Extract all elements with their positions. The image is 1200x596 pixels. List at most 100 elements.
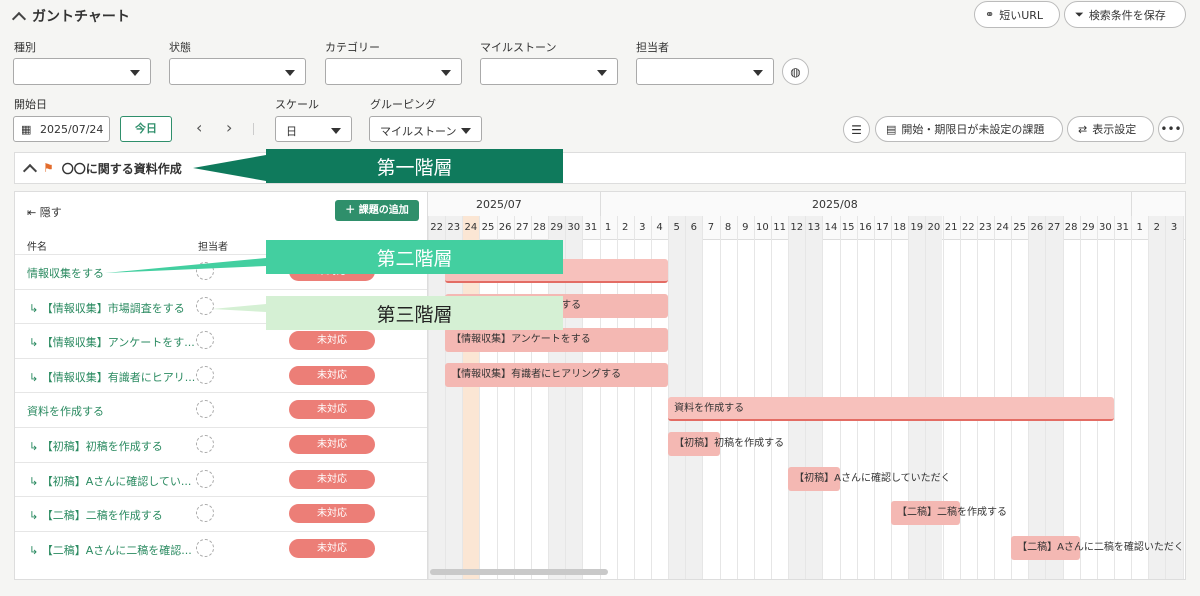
today-button[interactable]: 今日: [120, 116, 172, 142]
category-filter-label: カテゴリー: [325, 41, 380, 54]
task-row[interactable]: ↳ 【二稿】二稿を作成する 未対応: [15, 496, 427, 530]
task-name[interactable]: ↳ 【初稿】初稿を作成する: [29, 438, 163, 454]
day-column: [1131, 216, 1148, 579]
milestone-group-header[interactable]: ⚑ 〇〇に関する資料作成: [14, 152, 1186, 184]
expand-all-button[interactable]: ☰: [843, 116, 870, 143]
scale-select[interactable]: 日: [275, 116, 352, 142]
day-label: 29: [1081, 222, 1095, 233]
scale-label: スケール: [275, 98, 319, 111]
gantt-header[interactable]: ガントチャート: [11, 6, 130, 26]
milestone-filter-select[interactable]: [480, 58, 618, 85]
day-label: 26: [498, 222, 512, 233]
day-label: 17: [876, 222, 889, 233]
assignee-avatar-icon[interactable]: [196, 262, 214, 280]
gantt-bar[interactable]: 【情報収集】有識者にヒアリングする: [445, 362, 669, 387]
assignee-filter-select[interactable]: [636, 58, 774, 85]
day-column: [1148, 216, 1166, 579]
more-options-button[interactable]: •••: [1158, 116, 1184, 142]
day-label: 14: [824, 222, 838, 233]
hide-list-button[interactable]: ⇤ 隠す: [27, 204, 62, 220]
task-name[interactable]: ↳ 【情報収集】市場調査をする: [29, 300, 185, 316]
flag-icon: ⚑: [43, 161, 54, 175]
gantt-bar[interactable]: 【初稿】Aさんに確認していただく: [788, 466, 951, 491]
assignee-avatar-icon[interactable]: [196, 469, 214, 488]
unset-tasks-button[interactable]: ▤ 開始・期限日が未設定の課題: [875, 116, 1063, 142]
day-label: 11: [773, 222, 786, 233]
collapse-chevron-icon[interactable]: [11, 11, 27, 26]
category-filter-select[interactable]: [325, 58, 462, 85]
day-label: 6: [690, 222, 697, 233]
status-badge[interactable]: 未対応: [289, 331, 375, 351]
gantt-bar[interactable]: 資料を作成する: [668, 397, 1114, 422]
day-label: 30: [1099, 222, 1112, 233]
day-label: 7: [707, 222, 715, 233]
gantt-bar[interactable]: 【二稿】二稿を作成する: [891, 501, 1007, 526]
horizontal-scrollbar[interactable]: [430, 569, 608, 575]
status-badge[interactable]: 未対応: [289, 435, 375, 454]
milestone-filter-label: マイルストーン: [480, 41, 557, 54]
display-settings-button[interactable]: ⇄ 表示設定: [1067, 116, 1154, 142]
task-row[interactable]: 資料を作成する 未対応: [15, 392, 427, 426]
task-row[interactable]: ↳ 【情報収集】有識者にヒアリ... 未対応: [15, 357, 427, 392]
status-badge[interactable]: 未対応: [289, 469, 375, 489]
status-badge[interactable]: 未対応: [289, 538, 375, 558]
collapse-chevron-icon[interactable]: [22, 163, 38, 178]
task-name[interactable]: 資料を作成する: [27, 403, 104, 419]
add-issue-button[interactable]: ＋ 課題の追加: [335, 200, 419, 221]
assignee-avatar-icon[interactable]: [196, 400, 214, 419]
ellipsis-icon: •••: [1160, 122, 1182, 136]
day-label: 12: [790, 222, 804, 233]
day-label: 24: [464, 222, 478, 233]
assignee-avatar-icon[interactable]: [196, 504, 214, 523]
day-label: 31: [584, 222, 598, 233]
short-url-button[interactable]: ⚭ 短いURL: [974, 1, 1060, 28]
gantt-bar[interactable]: 【二稿】Aさんに二稿を確認いただく: [1011, 535, 1184, 560]
assignee-avatar-icon[interactable]: [196, 435, 214, 453]
link-icon: ⚭: [985, 8, 995, 21]
status-badge[interactable]: 未対応: [289, 400, 375, 420]
prev-arrow-icon[interactable]: ‹: [196, 118, 202, 137]
unset-tasks-label: 開始・期限日が未設定の課題: [901, 123, 1045, 136]
month-divider: [599, 192, 601, 216]
save-search-button[interactable]: ⏷ 検索条件を保存: [1064, 1, 1186, 28]
start-date-label: 開始日: [14, 98, 47, 111]
type-filter-select[interactable]: [13, 58, 151, 85]
day-label: 13: [807, 222, 821, 233]
grouping-select[interactable]: マイルストーン: [369, 116, 482, 142]
assign-myself-button[interactable]: ◍: [782, 58, 809, 85]
next-arrow-icon[interactable]: ›: [226, 118, 232, 137]
gantt-bar[interactable]: 【情報収集】アンケートをする: [445, 328, 669, 353]
task-name[interactable]: ↳ 【情報収集】有識者にヒアリ...: [29, 369, 195, 385]
assignee-avatar-icon[interactable]: [196, 296, 214, 315]
assignee-avatar-icon[interactable]: [196, 538, 214, 557]
page-title: ガントチャート: [32, 9, 130, 25]
assignee-avatar-icon[interactable]: [196, 331, 214, 350]
chevron-down-icon: [331, 128, 341, 134]
task-name[interactable]: ↳ 【情報収集】アンケートをす...: [29, 334, 195, 350]
task-name[interactable]: ↳ 【二稿】Aさんに二稿を確認...: [29, 542, 192, 558]
add-issue-label: 課題の追加: [358, 205, 409, 216]
day-label: 20: [927, 222, 941, 233]
status-badge[interactable]: 未対応: [289, 365, 375, 385]
gantt-bar[interactable]: 【初稿】初稿を作成する: [668, 432, 784, 456]
list-collapse-icon: ☰: [851, 122, 862, 137]
scale-value: 日: [286, 125, 297, 138]
day-label: 8: [724, 222, 732, 233]
day-label: 18: [893, 222, 906, 233]
task-row[interactable]: ↳ 【二稿】Aさんに二稿を確認... 未対応: [15, 530, 427, 565]
task-name[interactable]: ↳ 【初稿】Aさんに確認してい...: [29, 473, 191, 489]
task-name[interactable]: ↳ 【二稿】二稿を作成する: [29, 507, 163, 523]
filter-icon: ⏷: [1075, 7, 1084, 21]
task-row[interactable]: ↳ 【初稿】初稿を作成する 未対応: [15, 427, 427, 461]
start-date-input[interactable]: ▦ 2025/07/24: [13, 116, 110, 142]
chevron-down-icon: [461, 128, 471, 134]
status-filter-select[interactable]: [169, 58, 306, 85]
assignee-avatar-icon[interactable]: [196, 365, 214, 384]
list-icon: ▤: [886, 122, 897, 136]
status-badge[interactable]: 未対応: [289, 504, 375, 524]
day-label: 4: [656, 222, 663, 233]
task-name[interactable]: 情報収集をする: [27, 265, 104, 281]
day-label: 23: [979, 222, 992, 233]
task-row[interactable]: ↳ 【初稿】Aさんに確認してい... 未対応: [15, 461, 427, 496]
day-column: [1114, 216, 1131, 579]
